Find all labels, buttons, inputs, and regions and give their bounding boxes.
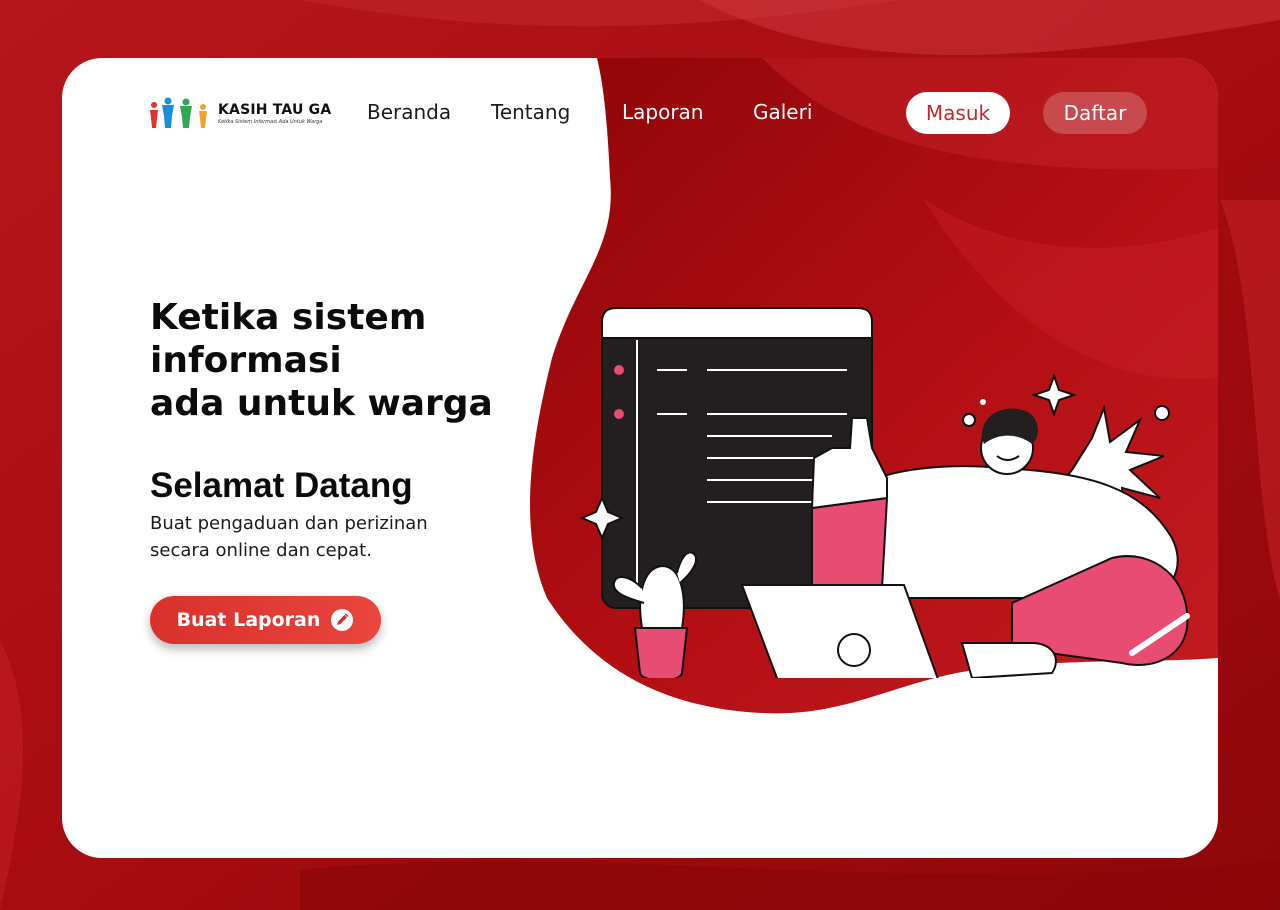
family-logo-icon xyxy=(150,97,207,128)
welcome-heading: Selamat Datang xyxy=(150,466,413,505)
create-report-button[interactable]: Buat Laporan xyxy=(150,596,381,644)
hero-title: Ketika sistem informasi ada untuk warga xyxy=(150,296,570,425)
login-button[interactable]: Masuk xyxy=(906,92,1010,134)
register-button[interactable]: Daftar xyxy=(1043,92,1147,134)
brand-logo[interactable]: KASIH TAU GA Ketika Sistem Informasi Ada… xyxy=(148,96,331,130)
create-report-label: Buat Laporan xyxy=(176,609,321,631)
nav-item-laporan[interactable]: Laporan xyxy=(622,100,703,124)
pencil-icon xyxy=(331,609,354,631)
hero-subtitle-line: secara online dan cepat. xyxy=(150,540,372,561)
nav-item-tentang[interactable]: Tentang xyxy=(491,100,570,124)
hero-illustration xyxy=(579,307,1190,678)
nav-item-galeri[interactable]: Galeri xyxy=(753,100,812,124)
brand-name: KASIH TAU GA xyxy=(218,101,332,118)
hero-subtitle: Buat pengaduan dan perizinan secara onli… xyxy=(150,510,510,564)
hero-title-line: Ketika sistem xyxy=(150,297,427,338)
nav-item-beranda[interactable]: Beranda xyxy=(367,100,451,124)
hero-subtitle-line: Buat pengaduan dan perizinan xyxy=(150,513,428,534)
hero-title-line: informasi xyxy=(150,340,342,381)
brand-tagline: Ketika Sistem Informasi Ada Untuk Warga xyxy=(218,118,323,125)
hero-title-line: ada untuk warga xyxy=(150,383,493,424)
main-card: KASIH TAU GA Ketika Sistem Informasi Ada… xyxy=(62,58,1218,858)
